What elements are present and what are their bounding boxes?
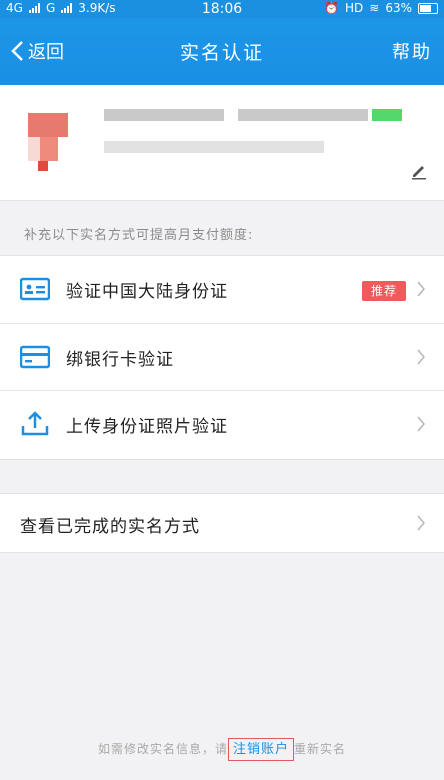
alarm-icon: ⏰ — [324, 1, 339, 15]
footer-suffix: 重新实名 — [294, 742, 347, 756]
id-card-icon — [20, 277, 50, 301]
detail-redacted — [104, 141, 324, 153]
wifi-icon: ≋ — [369, 1, 380, 15]
footer-note: 如需修改实名信息，请 注销账户 重新实名 — [0, 738, 444, 761]
method-label: 上传身份证照片验证 — [66, 417, 228, 437]
hd-indicator: HD — [345, 1, 364, 15]
method-label: 绑银行卡验证 — [66, 350, 174, 370]
profile-card — [0, 85, 444, 201]
app-bar: 返回 实名认证 帮助 — [0, 18, 444, 85]
chevron-right-icon — [417, 281, 425, 297]
recommend-badge: 推荐 — [362, 281, 406, 301]
footer-prefix: 如需修改实名信息，请 — [97, 742, 228, 756]
cancel-account-link[interactable]: 注销账户 — [227, 738, 294, 761]
account-redacted — [238, 109, 368, 121]
verified-badge-redacted — [372, 109, 402, 121]
edit-icon[interactable] — [410, 162, 428, 180]
page-title: 实名认证 — [179, 42, 264, 64]
name-redacted — [104, 109, 224, 121]
method-id-card[interactable]: 验证中国大陆身份证 推荐 — [0, 256, 444, 322]
method-upload-id[interactable]: 上传身份证照片验证 — [0, 390, 444, 457]
verification-methods: 验证中国大陆身份证 推荐 绑银行卡验证 上传身份证照片验证 — [0, 255, 444, 460]
view-completed-label: 查看已完成的实名方式 — [20, 517, 200, 537]
battery-percent: 63% — [385, 1, 412, 15]
chevron-right-icon — [417, 349, 425, 365]
upload-icon — [21, 411, 49, 436]
chevron-right-icon — [417, 416, 425, 432]
battery-icon — [418, 2, 438, 14]
method-label: 验证中国大陆身份证 — [66, 282, 228, 302]
avatar — [18, 103, 74, 173]
view-completed-row[interactable]: 查看已完成的实名方式 — [0, 493, 444, 553]
chevron-right-icon — [417, 515, 425, 531]
hint-text: 补充以下实名方式可提高月支付额度: — [24, 228, 254, 243]
status-bar: 4G G 3.9K/s 18:06 ⏰ HD ≋ 63% — [0, 0, 444, 18]
help-button[interactable]: 帮助 — [392, 38, 432, 64]
bank-card-icon — [20, 345, 50, 369]
method-bank-card[interactable]: 绑银行卡验证 — [0, 323, 444, 390]
